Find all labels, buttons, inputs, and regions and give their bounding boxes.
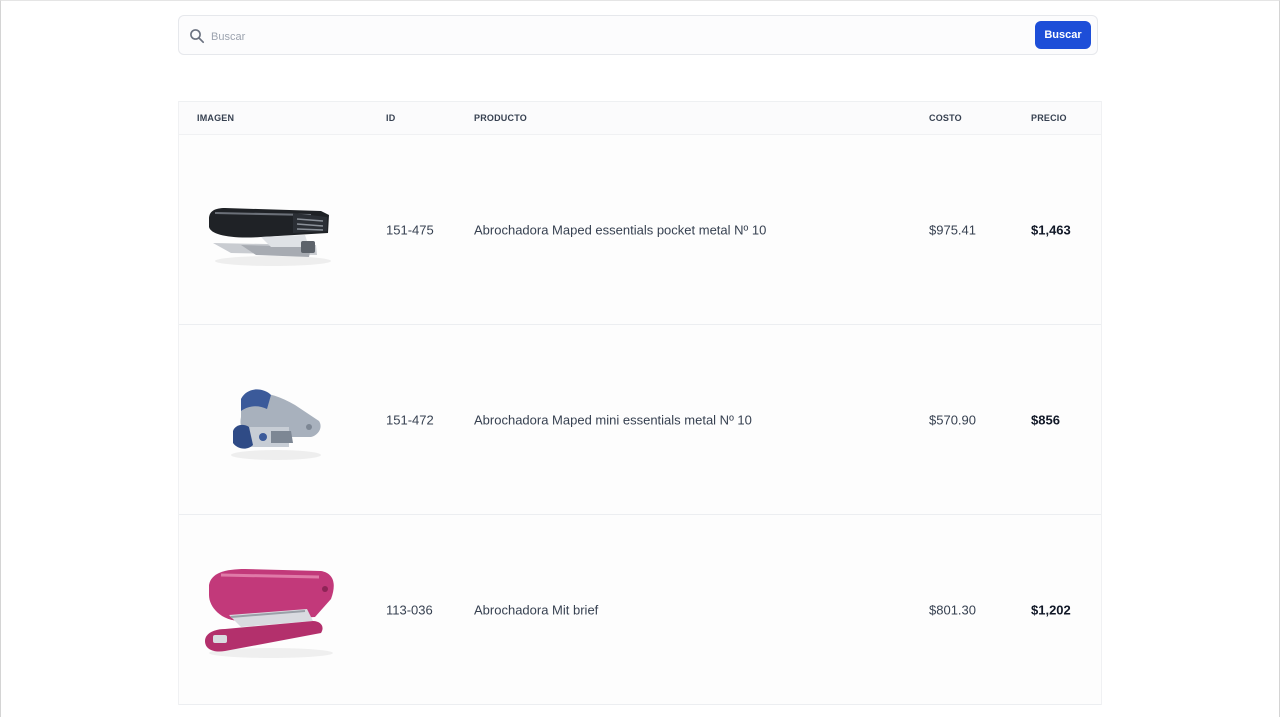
row-product: Abrochadora Mit brief <box>474 602 599 617</box>
header-product: PRODUCTO <box>474 113 527 123</box>
row-id: 151-472 <box>386 412 434 427</box>
stapler-black-icon <box>209 208 331 266</box>
row-price: $1,463 <box>1031 222 1071 237</box>
search-button[interactable]: Buscar <box>1035 21 1091 49</box>
stapler-pink-icon <box>205 569 334 658</box>
header-image: IMAGEN <box>197 113 235 123</box>
row-product: Abrochadora Maped mini essentials metal … <box>474 412 752 427</box>
table-header: IMAGEN ID PRODUCTO COSTO PRECIO <box>179 101 1101 135</box>
search-icon <box>190 29 205 44</box>
row-cost: $975.41 <box>929 222 976 237</box>
row-price: $856 <box>1031 412 1060 427</box>
products-table: IMAGEN ID PRODUCTO COSTO PRECIO 151-475 … <box>178 101 1102 705</box>
row-price: $1,202 <box>1031 602 1071 617</box>
row-id: 151-475 <box>386 222 434 237</box>
header-id: ID <box>386 113 396 123</box>
header-price: PRECIO <box>1031 113 1067 123</box>
table-row[interactable]: 151-472 Abrochadora Maped mini essential… <box>179 325 1101 515</box>
header-cost: COSTO <box>929 113 962 123</box>
search-input[interactable] <box>209 25 1033 49</box>
table-row[interactable]: 151-475 Abrochadora Maped essentials poc… <box>179 135 1101 325</box>
row-id: 113-036 <box>386 602 433 617</box>
row-cost: $570.90 <box>929 412 976 427</box>
stapler-blue-icon <box>231 389 321 460</box>
row-cost: $801.30 <box>929 602 976 617</box>
search-bar: Buscar <box>178 15 1098 55</box>
table-row[interactable]: 113-036 Abrochadora Mit brief $801.30 $1… <box>179 515 1101 705</box>
row-product: Abrochadora Maped essentials pocket meta… <box>474 222 767 237</box>
